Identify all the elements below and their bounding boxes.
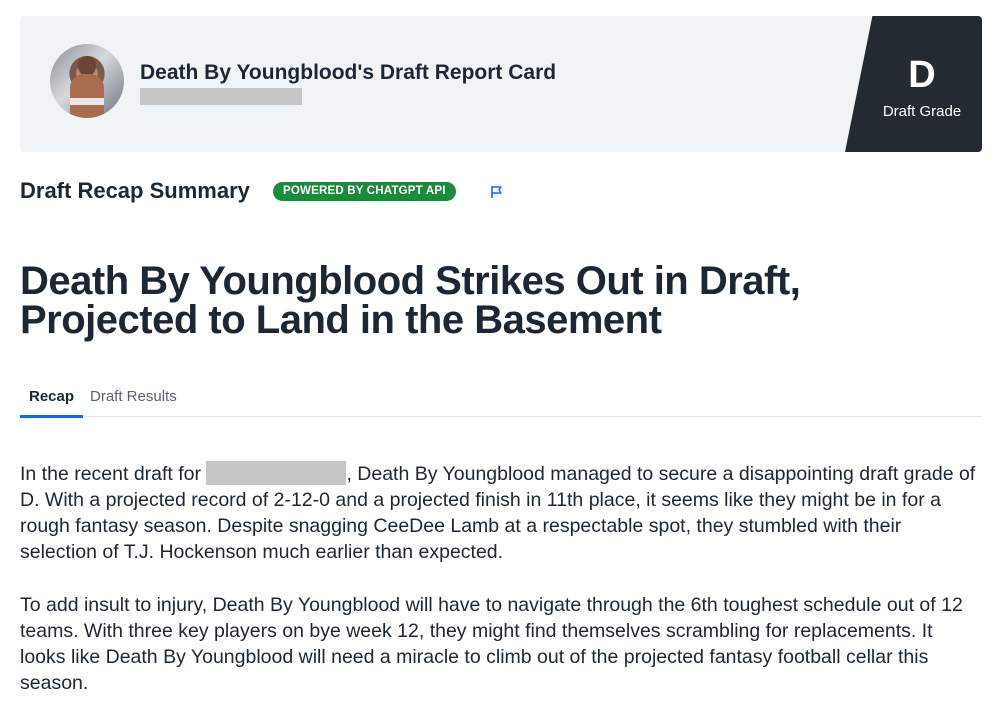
powered-by-badge: POWERED BY CHATGPT API — [273, 182, 456, 201]
report-card-title: Death By Youngblood's Draft Report Card — [140, 61, 557, 84]
report-card-header: Death By Youngblood's Draft Report Card … — [20, 16, 982, 152]
recap-summary-heading: Draft Recap Summary — [20, 178, 250, 203]
team-avatar — [50, 44, 124, 118]
redacted-league-name — [140, 88, 302, 105]
tab-recap[interactable]: Recap — [20, 388, 84, 418]
redacted-league-inline — [206, 461, 347, 485]
draft-grade-letter: D — [908, 54, 936, 96]
recap-paragraph-1: In the recent draft for , Death By Young… — [20, 461, 980, 565]
draft-grade-label: Draft Grade — [882, 103, 962, 120]
recap-tabs: Recap Draft Results — [20, 383, 982, 418]
recap-paragraph-2: To add insult to injury, Death By Youngb… — [20, 594, 963, 694]
recap-headline: Death By Youngblood Strikes Out in Draft… — [20, 259, 920, 342]
headline-line-1: Death By Youngblood Strikes Out in Draft… — [20, 259, 801, 303]
headline-line-2: Projected to Land in the Basement — [20, 298, 662, 342]
recap-p1-start: In the recent draft for — [20, 463, 207, 485]
flag-icon[interactable] — [490, 185, 504, 199]
tab-draft-results[interactable]: Draft Results — [81, 388, 186, 414]
